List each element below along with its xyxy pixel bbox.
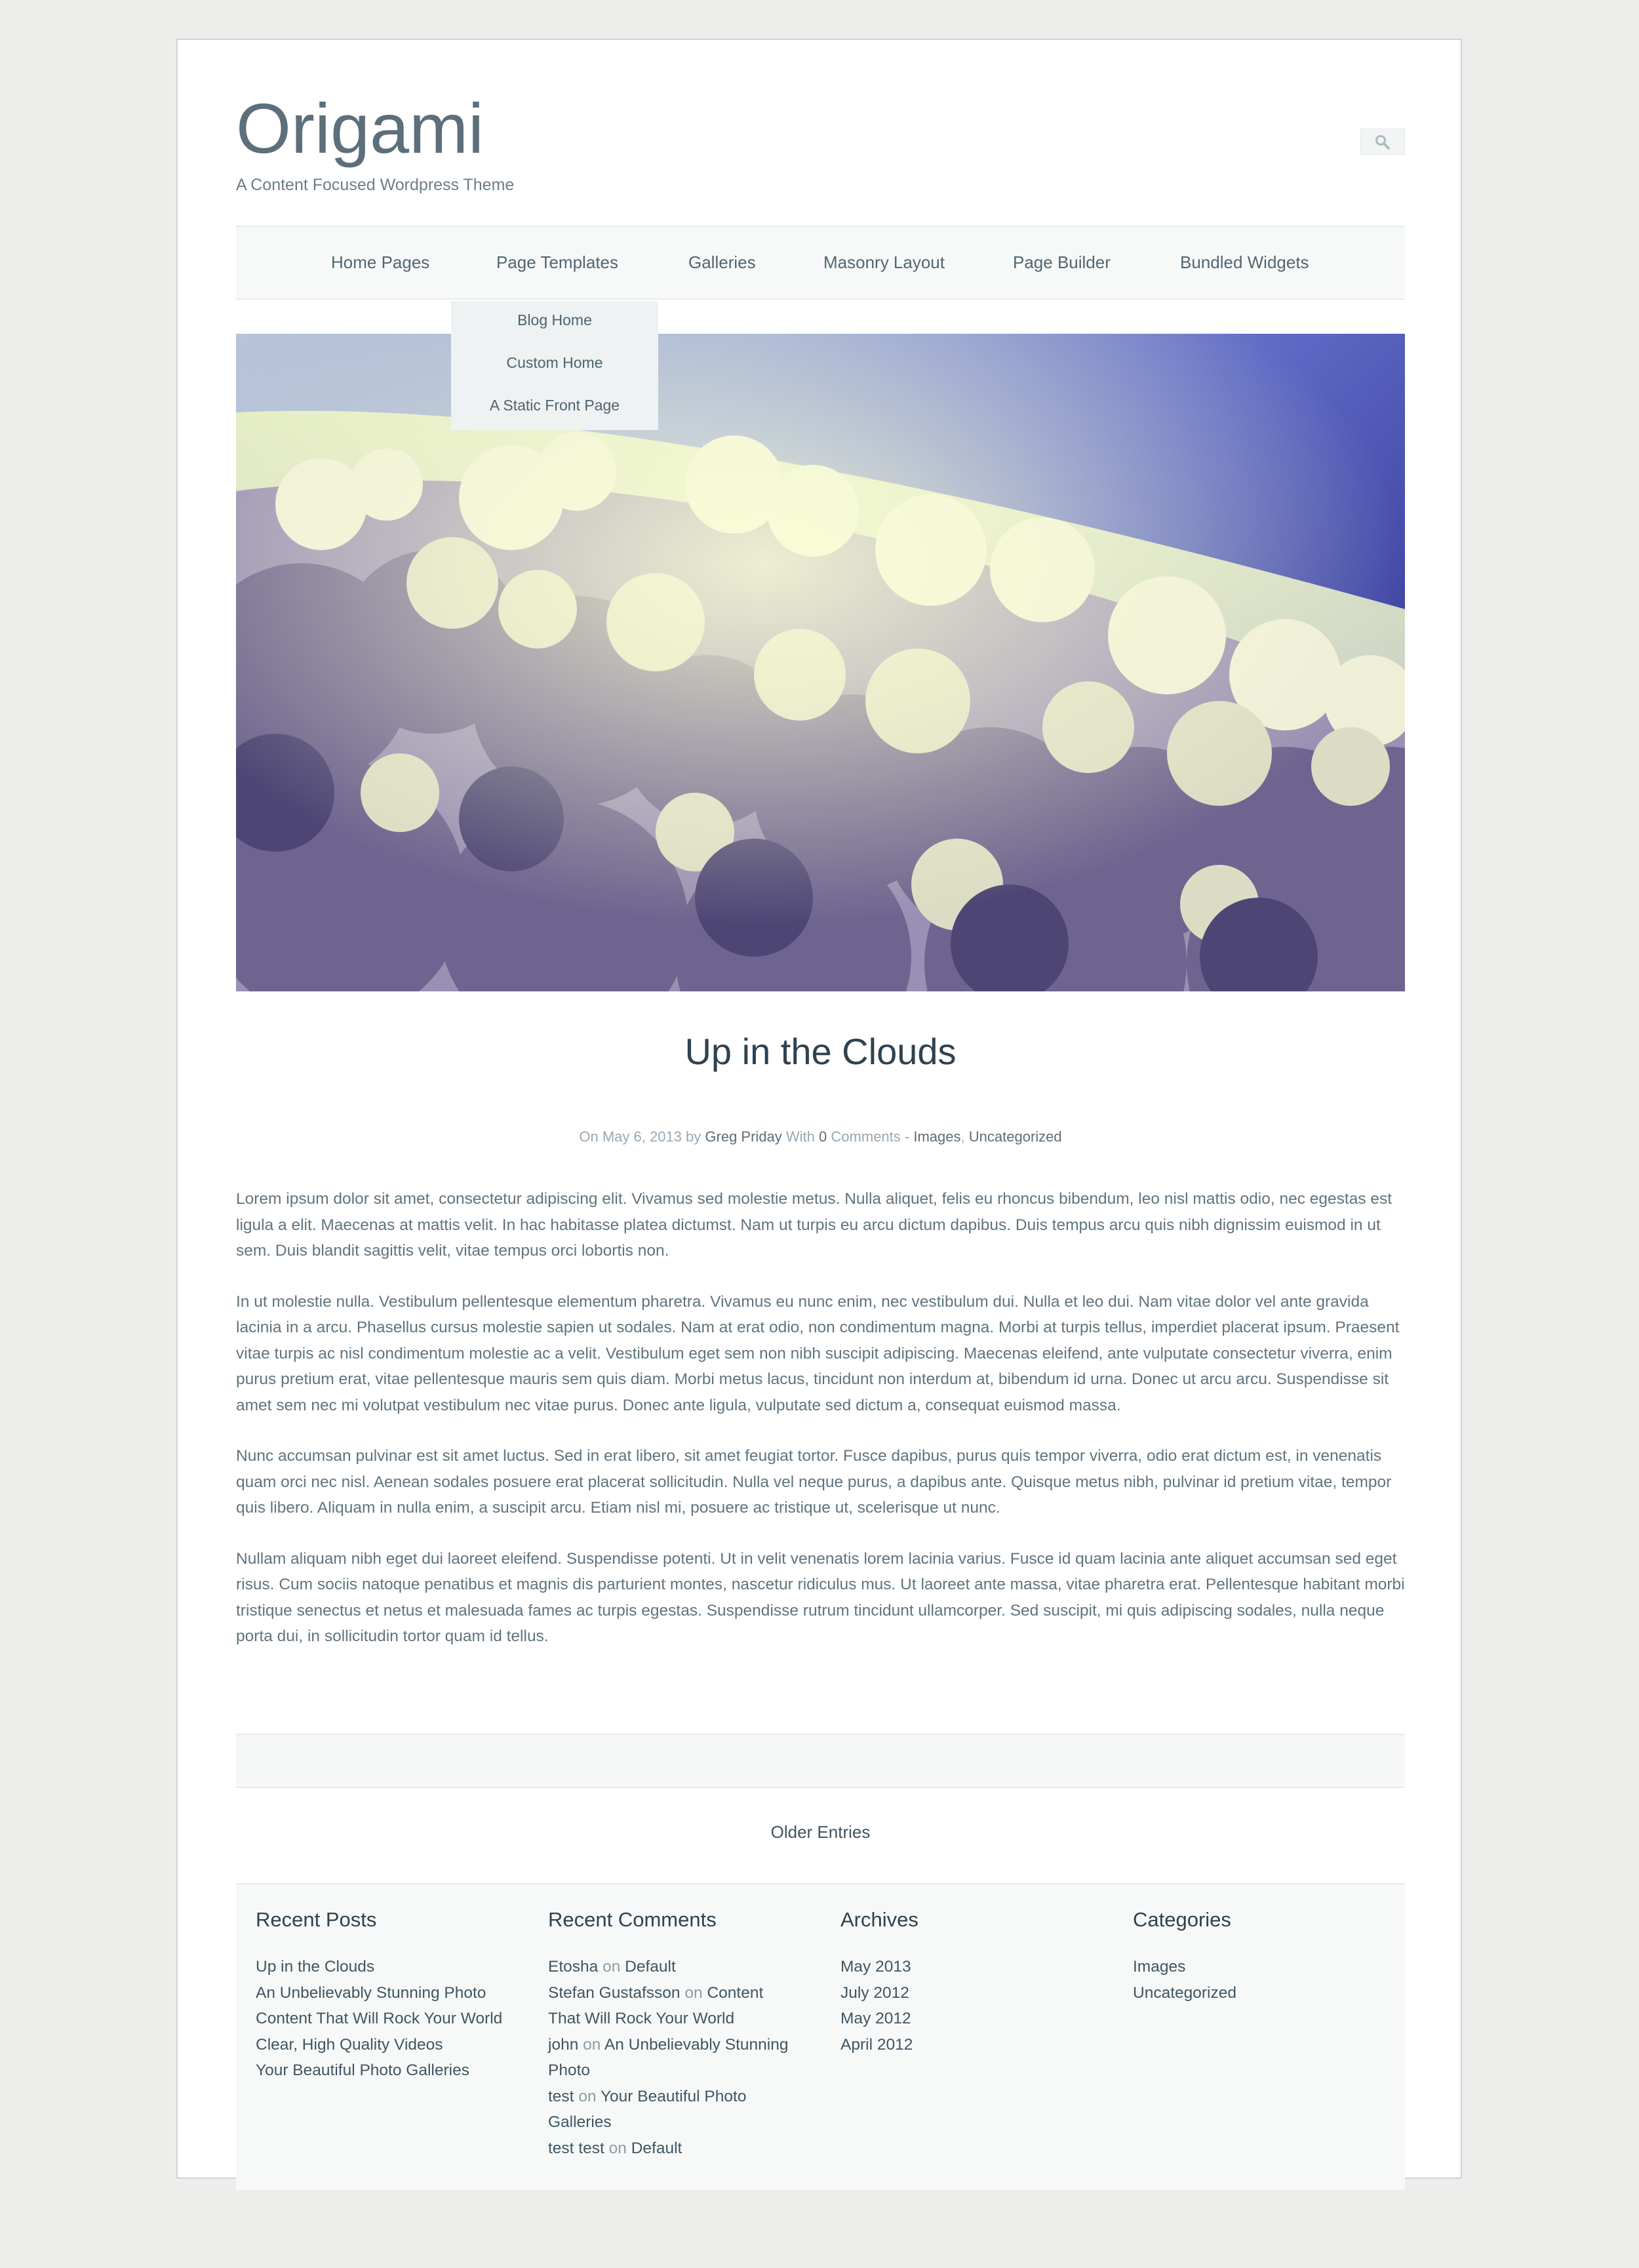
widget-archives: Archives May 2013 July 2012 May 2012 Apr… bbox=[840, 1908, 1103, 2058]
archive-link[interactable]: May 2012 bbox=[840, 2006, 1103, 2032]
nav-item-bundled-widgets[interactable]: Bundled Widgets bbox=[1180, 227, 1309, 298]
dropdown-item-blog-home[interactable]: Blog Home bbox=[451, 311, 658, 329]
widget-title: Categories bbox=[1133, 1908, 1231, 1931]
comment-count[interactable]: 0 bbox=[819, 1128, 827, 1145]
site-tagline: A Content Focused Wordpress Theme bbox=[236, 176, 515, 194]
meta-on-label: On bbox=[579, 1128, 599, 1145]
meta-comma: , bbox=[960, 1128, 965, 1145]
comment-on: on bbox=[583, 2035, 601, 2054]
comment-on: on bbox=[684, 1983, 703, 2002]
main-nav: Home Pages Page Templates Galleries Maso… bbox=[236, 226, 1405, 300]
featured-image[interactable] bbox=[236, 334, 1405, 991]
recent-comment: test test on Default bbox=[548, 2136, 797, 2162]
comments-label[interactable]: Comments bbox=[831, 1128, 900, 1145]
post-content: Lorem ipsum dolor sit amet, consectetur … bbox=[236, 1186, 1405, 1675]
post-title[interactable]: Up in the Clouds bbox=[236, 1030, 1405, 1073]
meta-separator: - bbox=[904, 1128, 910, 1145]
site-title[interactable]: Origami bbox=[236, 86, 484, 171]
nav-item-page-templates[interactable]: Page Templates bbox=[496, 227, 618, 298]
post-footer-band bbox=[236, 1734, 1405, 1788]
recent-post-link[interactable]: Content That Will Rock Your World bbox=[256, 2006, 518, 2032]
older-entries-link[interactable]: Older Entries bbox=[236, 1822, 1405, 1842]
recent-post-link[interactable]: Your Beautiful Photo Galleries bbox=[256, 2058, 518, 2084]
comment-author[interactable]: test test bbox=[548, 2139, 604, 2157]
meta-by-label: by bbox=[686, 1128, 701, 1145]
widget-title: Recent Posts bbox=[256, 1908, 377, 1931]
post-meta: On May 6, 2013 by Greg Priday With 0 Com… bbox=[236, 1128, 1405, 1145]
search-icon bbox=[1375, 135, 1390, 149]
comment-author[interactable]: Stefan Gustafsson bbox=[548, 1984, 681, 2002]
nav-item-galleries[interactable]: Galleries bbox=[688, 227, 756, 298]
nav-item-masonry-layout[interactable]: Masonry Layout bbox=[823, 227, 945, 298]
recent-comment: john on An Unbelievably Stunning Photo bbox=[548, 2032, 797, 2084]
category-link[interactable]: Uncategorized bbox=[1133, 1980, 1395, 2006]
comment-author[interactable]: Etosha bbox=[548, 1958, 598, 1976]
widget-categories: Categories Images Uncategorized bbox=[1133, 1908, 1395, 2006]
post-date[interactable]: May 6, 2013 bbox=[602, 1128, 682, 1145]
category-link-uncategorized[interactable]: Uncategorized bbox=[969, 1128, 1062, 1145]
widget-recent-comments: Recent Comments Etosha on Default Stefan… bbox=[548, 1908, 797, 2161]
recent-post-link[interactable]: Up in the Clouds bbox=[256, 1954, 518, 1980]
comment-author[interactable]: john bbox=[548, 2036, 578, 2054]
post-paragraph: Lorem ipsum dolor sit amet, consectetur … bbox=[236, 1190, 1392, 1260]
comment-post-link[interactable]: Default bbox=[625, 1958, 676, 1976]
comment-post-link[interactable]: Default bbox=[631, 2139, 682, 2157]
dropdown-item-custom-home[interactable]: Custom Home bbox=[451, 354, 658, 372]
widget-recent-posts: Recent Posts Up in the Clouds An Unbelie… bbox=[256, 1908, 518, 2084]
recent-comment: test on Your Beautiful Photo Galleries bbox=[548, 2084, 797, 2136]
recent-comment: Stefan Gustafsson on Content That Will R… bbox=[548, 1980, 797, 2032]
search-button[interactable] bbox=[1360, 129, 1405, 155]
post-author[interactable]: Greg Priday bbox=[705, 1128, 781, 1145]
archive-link[interactable]: July 2012 bbox=[840, 1980, 1103, 2006]
post-paragraph: Nunc accumsan pulvinar est sit amet luct… bbox=[236, 1447, 1392, 1517]
nav-item-home-pages[interactable]: Home Pages bbox=[331, 227, 429, 298]
category-link-images[interactable]: Images bbox=[913, 1128, 960, 1145]
post-paragraph: In ut molestie nulla. Vestibulum pellent… bbox=[236, 1292, 1400, 1414]
recent-post-link[interactable]: An Unbelievably Stunning Photo bbox=[256, 1980, 518, 2006]
post-paragraph: Nullam aliquam nibh eget dui laoreet ele… bbox=[236, 1549, 1405, 1646]
archive-link[interactable]: April 2012 bbox=[840, 2032, 1103, 2058]
footer-widgets: Recent Posts Up in the Clouds An Unbelie… bbox=[236, 1883, 1405, 2190]
nav-item-page-builder[interactable]: Page Builder bbox=[1013, 227, 1111, 298]
page-container: Origami A Content Focused Wordpress Them… bbox=[176, 39, 1462, 2190]
meta-with-label: With bbox=[785, 1128, 815, 1145]
widget-title: Archives bbox=[840, 1908, 918, 1931]
dropdown-item-static-front-page[interactable]: A Static Front Page bbox=[451, 397, 658, 414]
comment-author[interactable]: test bbox=[548, 2088, 574, 2105]
archive-link[interactable]: May 2013 bbox=[840, 1954, 1103, 1980]
recent-post-link[interactable]: Clear, High Quality Videos bbox=[256, 2032, 518, 2058]
comment-on: on bbox=[578, 2087, 597, 2105]
widget-title: Recent Comments bbox=[548, 1908, 717, 1931]
recent-comment: Etosha on Default bbox=[548, 1954, 797, 1980]
comment-on: on bbox=[608, 2139, 627, 2157]
page-templates-dropdown: Blog Home Custom Home A Static Front Pag… bbox=[451, 301, 658, 430]
category-link[interactable]: Images bbox=[1133, 1954, 1395, 1980]
comment-on: on bbox=[602, 1958, 621, 1976]
